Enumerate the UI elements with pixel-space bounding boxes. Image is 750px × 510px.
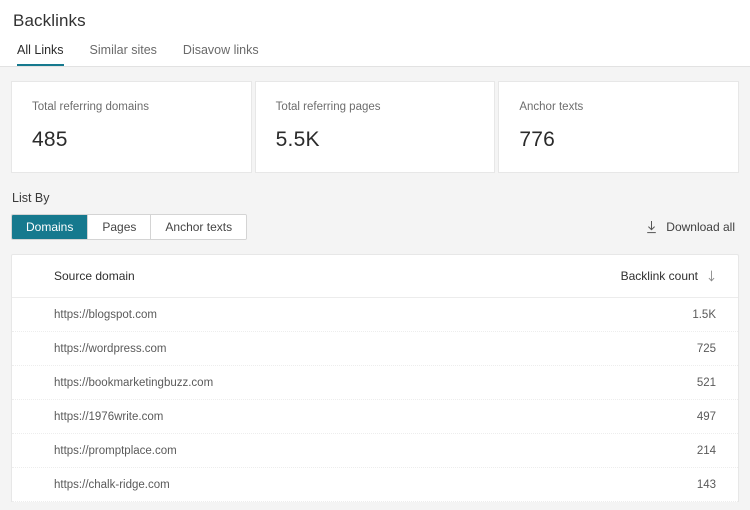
list-by-label: List By (12, 191, 50, 205)
cell-source-domain[interactable]: https://wordpress.com (54, 343, 676, 355)
cell-source-domain[interactable]: https://blogspot.com (54, 309, 676, 321)
list-by-controls-row: Domains Pages Anchor texts Download all (11, 214, 739, 240)
summary-stats-strip: Total referring domains 485 Total referr… (0, 67, 750, 173)
cell-source-domain[interactable]: https://bookmarketingbuzz.com (54, 377, 676, 389)
stat-value-total-referring-domains: 485 (32, 128, 68, 151)
tab-similar-sites-label: Similar sites (89, 43, 157, 57)
cell-backlink-count: 214 (696, 444, 716, 457)
table-row[interactable]: https://chalk-ridge.com 143 (12, 468, 738, 502)
page-header: Backlinks All Links Similar sites Disavo… (0, 0, 750, 67)
list-by-block: List By Domains Pages Anchor texts Downl… (0, 173, 750, 240)
column-header-backlink-count-label: Backlink count (620, 269, 698, 283)
download-all-label: Download all (666, 220, 735, 234)
tab-all-links[interactable]: All Links (17, 43, 78, 66)
table-row[interactable]: https://blogspot.com 1.5K (12, 298, 738, 332)
stat-label-total-referring-pages: Total referring pages (275, 101, 381, 113)
tab-disavow-links-label: Disavow links (182, 43, 259, 57)
tab-similar-sites[interactable]: Similar sites (90, 43, 171, 66)
stat-value-total-referring-pages: 5.5K (275, 128, 320, 151)
stat-value-anchor-texts: 776 (519, 128, 555, 151)
column-header-backlink-count[interactable]: Backlink count (621, 269, 716, 283)
list-by-option-domains[interactable]: Domains (12, 215, 89, 239)
column-header-source-domain[interactable]: Source domain (54, 269, 621, 283)
tab-disavow-links[interactable]: Disavow links (183, 43, 273, 66)
table-row[interactable]: https://1976write.com 497 (12, 400, 738, 434)
table-row[interactable]: https://bookmarketingbuzz.com 521 (12, 366, 738, 400)
list-by-option-anchor-texts[interactable]: Anchor texts (151, 215, 247, 239)
backlinks-table: Source domain Backlink count https://blo… (11, 254, 739, 502)
stat-label-anchor-texts: Anchor texts (519, 101, 584, 113)
cell-backlink-count: 1.5K (692, 308, 716, 321)
download-icon (645, 220, 658, 234)
download-all-button[interactable]: Download all (645, 220, 739, 234)
cell-backlink-count: 725 (696, 342, 716, 355)
table-header-row: Source domain Backlink count (12, 255, 738, 298)
table-row[interactable]: https://wordpress.com 725 (12, 332, 738, 366)
stat-card-total-referring-pages: Total referring pages 5.5K (254, 81, 496, 173)
primary-tabbar: All Links Similar sites Disavow links (0, 31, 750, 67)
stat-card-anchor-texts: Anchor texts 776 (498, 81, 740, 173)
cell-source-domain[interactable]: https://chalk-ridge.com (54, 479, 676, 491)
tab-all-links-label: All Links (17, 43, 64, 57)
cell-source-domain[interactable]: https://promptplace.com (54, 445, 676, 457)
page-title: Backlinks (13, 11, 86, 30)
stat-card-total-referring-domains: Total referring domains 485 (11, 81, 252, 173)
sort-descending-arrow-icon (707, 270, 716, 282)
list-by-option-pages[interactable]: Pages (88, 215, 152, 239)
cell-backlink-count: 143 (696, 478, 716, 491)
cell-backlink-count: 521 (696, 376, 716, 389)
cell-backlink-count: 497 (696, 410, 716, 423)
stat-label-total-referring-domains: Total referring domains (32, 101, 149, 113)
cell-source-domain[interactable]: https://1976write.com (54, 411, 676, 423)
list-by-segmented-control: Domains Pages Anchor texts (11, 214, 248, 240)
table-row[interactable]: https://promptplace.com 214 (12, 434, 738, 468)
